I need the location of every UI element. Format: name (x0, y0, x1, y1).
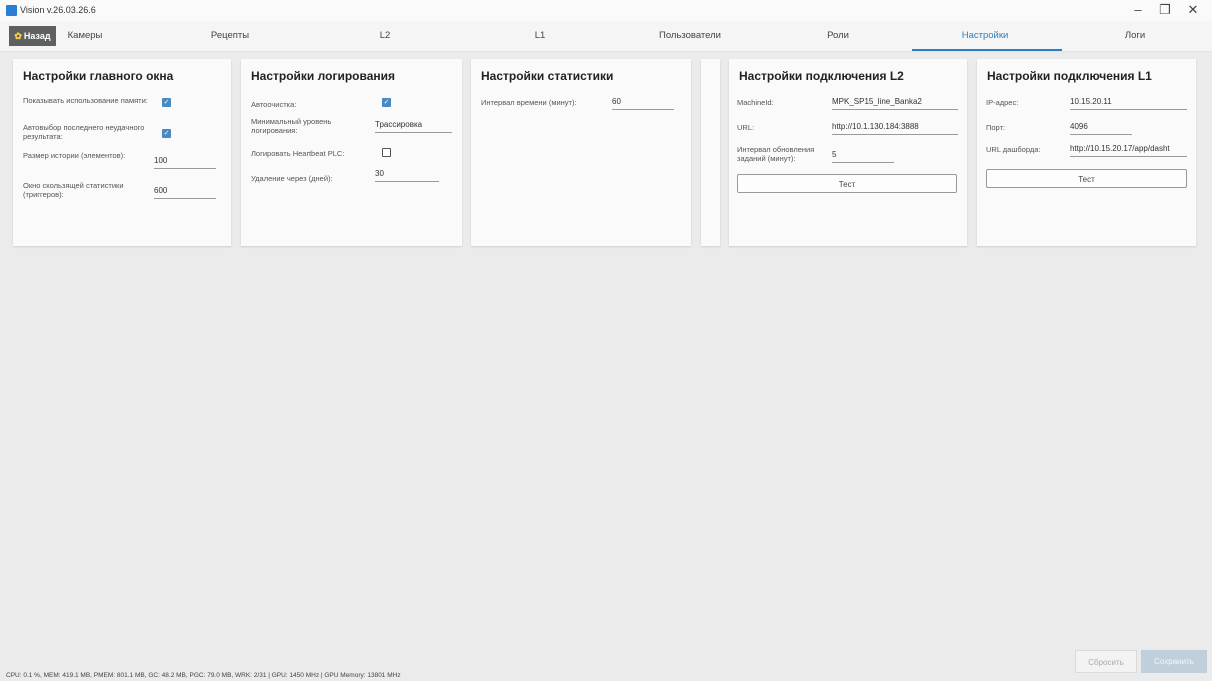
card-title: Настройки подключения L2 (739, 69, 904, 83)
reset-button[interactable]: Сбросить (1075, 650, 1137, 673)
card-statistics: Настройки статистики Интервал времени (м… (471, 59, 691, 246)
history-size-input[interactable]: 100 (154, 156, 216, 169)
delete-after-input[interactable]: 30 (375, 169, 439, 182)
close-button[interactable]: ✕ (1181, 2, 1205, 18)
back-button[interactable]: ✿ Назад (9, 26, 56, 46)
card-title: Настройки подключения L1 (987, 69, 1152, 83)
min-level-select[interactable]: Трассировка (375, 120, 452, 133)
tab-users[interactable]: Пользователи (645, 21, 735, 51)
machine-id-label: MachineId: (737, 98, 774, 107)
card-title: Настройки главного окна (23, 69, 174, 83)
autoclean-label: Автоочистка: (251, 100, 297, 109)
card-title: Настройки логирования (251, 69, 395, 83)
autoclean-checkbox[interactable]: ✓ (382, 98, 391, 107)
l2-test-button[interactable]: Тест (737, 174, 957, 193)
card-l2-connection: Настройки подключения L2 MachineId: MPK_… (729, 59, 967, 246)
card-title: Настройки статистики (481, 69, 614, 83)
tab-l1[interactable]: L1 (510, 21, 570, 51)
heartbeat-checkbox[interactable] (382, 148, 391, 157)
url-label: URL: (737, 123, 755, 132)
autoselect-label: Автовыбор последнего неудачного результа… (23, 123, 145, 141)
title-bar: Vision v.26.03.26.6 – ❐ ✕ (0, 0, 1212, 21)
port-label: Порт: (986, 123, 1006, 132)
ip-address-label: IP-адрес: (986, 98, 1019, 107)
interval-label: Интервал времени (минут): (481, 98, 577, 107)
tab-roles[interactable]: Роли (808, 21, 868, 51)
back-button-label: Назад (23, 31, 51, 41)
refresh-interval-input[interactable]: 5 (832, 150, 894, 163)
card-l1-connection: Настройки подключения L1 IP-адрес: 10.15… (977, 59, 1196, 246)
tab-recipes[interactable]: Рецепты (190, 21, 270, 51)
tab-settings[interactable]: Настройки (950, 21, 1020, 51)
ip-address-input[interactable]: 10.15.20.11 (1070, 97, 1187, 110)
history-size-label: Размер истории (элементов): (23, 151, 126, 160)
machine-id-input[interactable]: MPK_SP15_line_Banka2 (832, 97, 958, 110)
minimize-button[interactable]: – (1126, 2, 1150, 17)
sliding-window-input[interactable]: 600 (154, 186, 216, 199)
card-logging: Настройки логирования Автоочистка: ✓ Мин… (241, 59, 462, 246)
interval-input[interactable]: 60 (612, 97, 674, 110)
l1-test-button[interactable]: Тест (986, 169, 1187, 188)
empty-card (701, 59, 720, 246)
show-memory-label: Показывать использование памяти: (23, 96, 148, 105)
tab-l2[interactable]: L2 (355, 21, 415, 51)
refresh-interval-label: Интервал обновления заданий (минут): (737, 145, 815, 163)
sliding-window-label: Окно скользящей статистики (триггеров): (23, 181, 124, 199)
status-line: CPU: 0.1 %, MEM: 419.1 MB, PMEM: 801.1 M… (6, 672, 401, 679)
dashboard-url-label: URL дашборда: (986, 145, 1041, 154)
delete-after-label: Удаление через (дней): (251, 174, 333, 183)
port-input[interactable]: 4096 (1070, 122, 1132, 135)
window-title: Vision v.26.03.26.6 (20, 5, 96, 15)
maximize-button[interactable]: ❐ (1153, 2, 1177, 18)
nav-bar: ✿ Назад Камеры Рецепты L2 L1 Пользовател… (0, 21, 1212, 52)
min-level-label: Минимальный уровень логирования: (251, 117, 332, 135)
tab-logs[interactable]: Логи (1105, 21, 1165, 51)
autoselect-checkbox[interactable]: ✓ (162, 129, 171, 138)
show-memory-checkbox[interactable]: ✓ (162, 98, 171, 107)
url-input[interactable]: http://10.1.130.184:3888 (832, 122, 958, 135)
heartbeat-label: Логировать Heartbeat PLC: (251, 149, 345, 158)
gear-icon: ✿ (14, 30, 22, 41)
save-button[interactable]: Сохранить (1141, 650, 1207, 673)
dashboard-url-input[interactable]: http://10.15.20.17/app/dasht (1070, 144, 1187, 157)
card-main-window: Настройки главного окна Показывать испол… (13, 59, 231, 246)
tab-cameras[interactable]: Камеры (60, 21, 110, 51)
app-icon (6, 5, 17, 16)
active-tab-indicator (912, 49, 1062, 51)
